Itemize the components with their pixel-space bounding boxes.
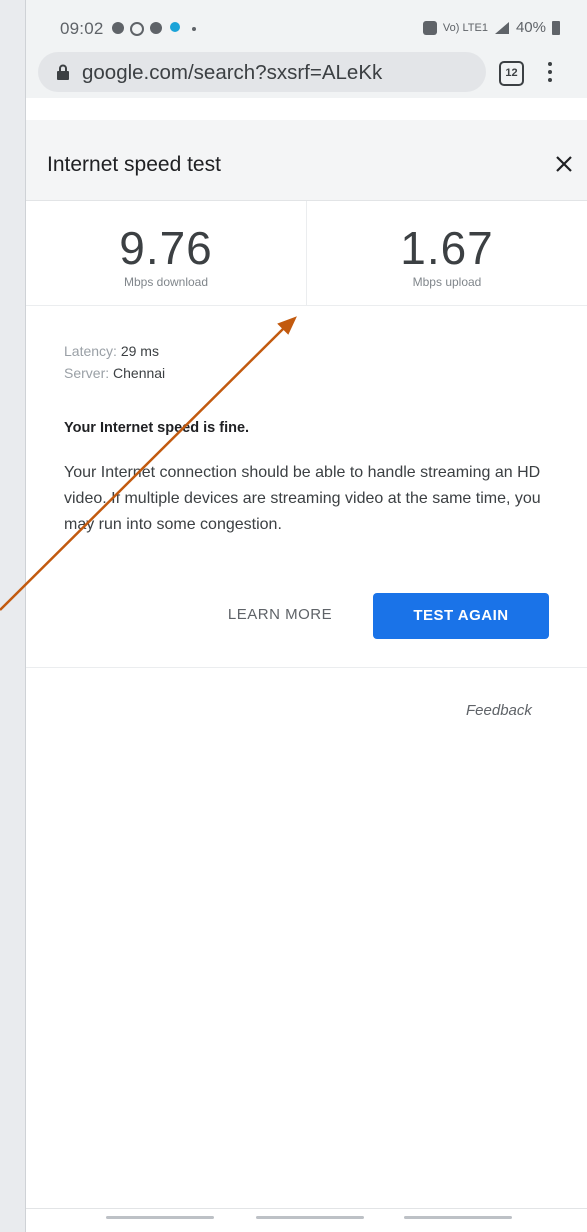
whatsapp-icon [130,22,144,36]
card-divider [26,667,587,668]
upload-metric: 1.67 Mbps upload [307,201,587,305]
notification-icon [112,22,124,34]
more-notifications-dot [192,27,196,31]
bottom-divider [26,1208,587,1209]
card-title: Internet speed test [47,153,221,176]
server-row: Server: Chennai [64,362,564,384]
lock-icon [57,64,69,80]
download-value: 9.76 [119,222,213,274]
signal-icon [494,21,509,34]
upload-value: 1.67 [400,222,494,274]
server-label: Server: [64,365,110,381]
upload-label: Mbps upload [412,275,482,289]
nav-hint-center [256,1216,364,1219]
overflow-menu-icon[interactable] [547,62,553,86]
status-indicators: Vo) LTE1 40% [422,19,560,36]
url-text[interactable]: google.com/search?sxsrf=ALeKk [82,61,482,85]
server-value: Chennai [113,365,166,381]
speed-verdict: Your Internet speed is fine. [64,420,250,436]
download-label: Mbps download [123,275,209,289]
speed-description: Your Internet connection should be able … [64,464,541,533]
status-bar: 09:02 Vo) LTE1 40% [26,0,587,44]
tab-switcher-button[interactable]: 12 [499,61,524,86]
address-bar[interactable]: google.com/search?sxsrf=ALeKk [38,52,486,92]
learn-more-button[interactable]: LEARN MORE [220,606,340,628]
download-metric: 9.76 Mbps download [26,201,307,305]
speed-results: 9.76 Mbps download 1.67 Mbps upload [26,201,587,306]
status-time: 09:02 [60,19,104,38]
latency-label: Latency: [64,343,117,359]
test-again-button[interactable]: TEST AGAIN [373,593,549,639]
battery-percent: 40% [515,19,546,36]
battery-icon [552,20,560,35]
app-notification-icon [170,22,180,32]
close-icon[interactable] [552,152,576,176]
nav-hint-left [106,1216,214,1219]
card-header: Internet speed test [26,120,587,201]
message-icon [150,22,162,34]
network-label: Vo) LTE1 [442,21,488,34]
feedback-link[interactable]: Feedback [466,702,532,719]
nav-hint-right [404,1216,512,1219]
latency-value: 29 ms [120,343,159,359]
phone-screen: 09:02 Vo) LTE1 40% google.com/search?sxs… [25,0,587,1232]
test-details: Latency: 29 ms Server: Chennai Your Inte… [64,340,564,533]
latency-row: Latency: 29 ms [64,340,564,362]
alarm-icon [422,20,437,35]
browser-toolbar: google.com/search?sxsrf=ALeKk 12 [26,44,587,98]
